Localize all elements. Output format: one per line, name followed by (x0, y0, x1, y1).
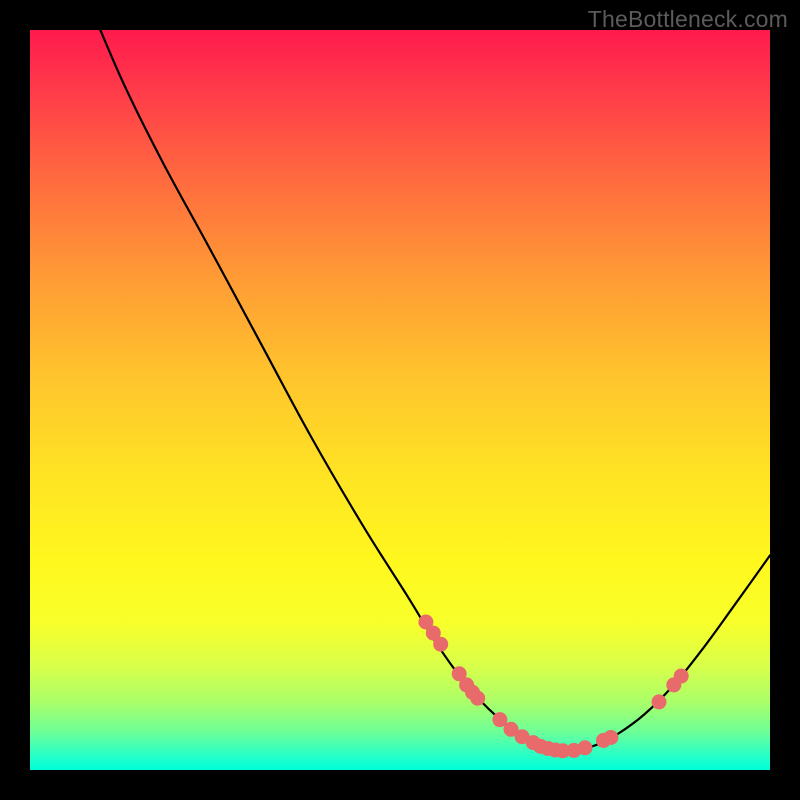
chart-gradient-frame (30, 30, 770, 770)
curve-marker (603, 730, 618, 745)
curve-marker (578, 740, 593, 755)
curve-marker (674, 669, 689, 684)
curve-marker (433, 637, 448, 652)
curve-marker (652, 694, 667, 709)
watermark-text: TheBottleneck.com (588, 6, 788, 33)
chart-plot (30, 30, 770, 770)
curve-markers (418, 615, 688, 759)
curve-marker (470, 691, 485, 706)
